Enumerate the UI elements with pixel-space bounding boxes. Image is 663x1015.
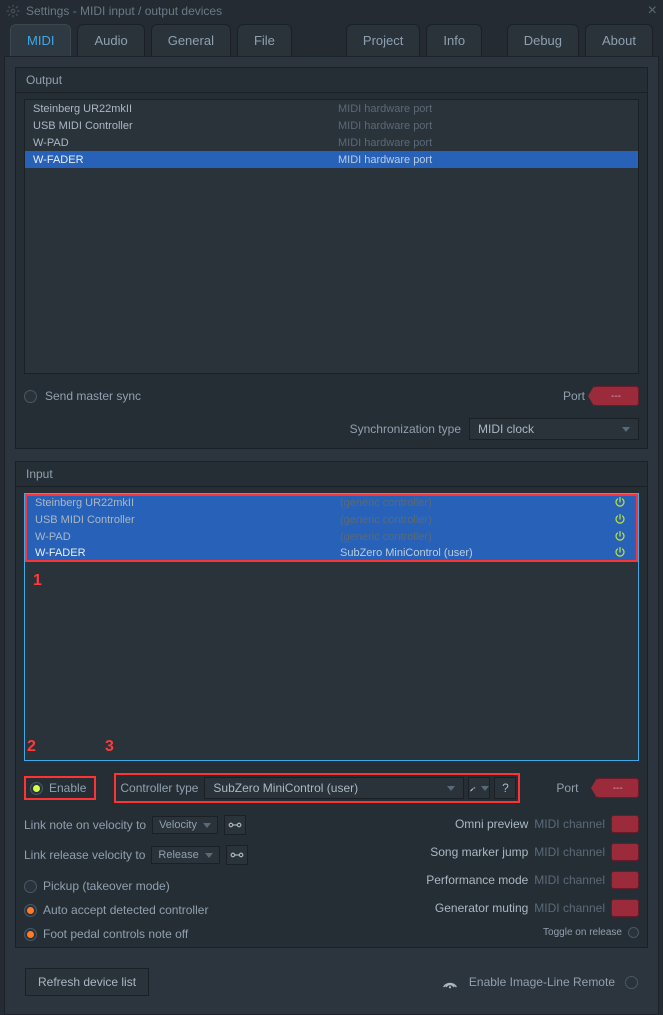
auto-accept-label: Auto accept detected controller (43, 903, 208, 917)
input-panel-title: Input (16, 462, 647, 487)
foot-pedal-toggle[interactable] (24, 928, 37, 941)
tab-midi[interactable]: MIDI (10, 24, 71, 56)
link-icon (228, 820, 242, 830)
input-port-label: Port (556, 781, 578, 795)
input-port-value[interactable]: --- (596, 778, 639, 798)
controller-help-button[interactable]: ? (494, 777, 516, 799)
input-device-row-selected[interactable]: W-FADER SubZero MiniControl (user) (25, 545, 638, 562)
link-note-on-label: Link note on velocity to (24, 818, 146, 832)
annotation-1: 1 (33, 572, 42, 590)
power-icon[interactable] (614, 496, 628, 510)
sync-type-label: Synchronization type (350, 422, 461, 436)
generator-muting-channel[interactable] (611, 899, 639, 917)
output-device-row[interactable]: Steinberg UR22mkII MIDI hardware port (25, 100, 638, 117)
title-bar: Settings - MIDI input / output devices × (0, 0, 663, 22)
gear-icon (6, 4, 20, 18)
controller-settings-button[interactable] (468, 777, 490, 799)
send-master-sync-toggle[interactable] (24, 390, 37, 403)
wrench-icon (469, 782, 478, 795)
chevron-down-icon (447, 786, 455, 791)
enable-toggle-group[interactable]: Enable (24, 776, 96, 800)
output-port-value[interactable]: --- (593, 386, 639, 406)
foot-pedal-label: Foot pedal controls note off (43, 927, 188, 941)
song-marker-label: Song marker jump (430, 845, 528, 859)
auto-accept-toggle[interactable] (24, 904, 37, 917)
link-release-assign-button[interactable] (226, 845, 248, 865)
toggle-on-release-label: Toggle on release (543, 927, 622, 938)
link-note-on-assign-button[interactable] (224, 815, 246, 835)
power-icon[interactable] (614, 546, 628, 560)
link-note-on-dropdown[interactable]: Velocity (152, 816, 218, 834)
output-device-row-selected[interactable]: W-FADER MIDI hardware port (25, 151, 638, 168)
tab-project[interactable]: Project (346, 24, 420, 56)
chevron-down-icon (481, 786, 489, 791)
input-panel: Input Steinberg UR22mkII (generic contro… (15, 461, 648, 948)
enable-remote-label: Enable Image-Line Remote (469, 975, 615, 989)
annotation-2: 2 (27, 738, 36, 756)
song-marker-channel[interactable] (611, 843, 639, 861)
link-release-dropdown[interactable]: Release (151, 846, 219, 864)
input-device-row[interactable]: W-PAD (generic controller) (25, 528, 638, 545)
toggle-on-release-toggle[interactable] (628, 927, 639, 938)
remote-icon (441, 973, 459, 991)
power-icon[interactable] (614, 513, 628, 527)
refresh-device-list-button[interactable]: Refresh device list (25, 968, 149, 996)
annotation-3: 3 (105, 738, 114, 756)
output-device-list[interactable]: Steinberg UR22mkII MIDI hardware port US… (24, 99, 639, 374)
controller-type-label: Controller type (118, 781, 200, 795)
footer-bar: Refresh device list Enable Image-Line Re… (15, 960, 648, 1004)
tab-debug[interactable]: Debug (507, 24, 579, 56)
link-icon (230, 850, 244, 860)
pickup-mode-toggle[interactable] (24, 880, 37, 893)
close-icon[interactable]: × (648, 2, 657, 20)
tab-about[interactable]: About (585, 24, 653, 56)
input-device-row[interactable]: Steinberg UR22mkII (generic controller) (25, 494, 638, 511)
tab-audio[interactable]: Audio (77, 24, 144, 56)
sync-type-dropdown[interactable]: MIDI clock (469, 418, 639, 440)
output-port-label: Port (563, 389, 585, 403)
generator-muting-label: Generator muting (435, 901, 528, 915)
content-area: Output Steinberg UR22mkII MIDI hardware … (4, 56, 659, 1015)
tab-file[interactable]: File (237, 24, 292, 56)
chevron-down-icon (203, 823, 211, 828)
tab-info[interactable]: Info (426, 24, 482, 56)
omni-preview-channel[interactable] (611, 815, 639, 833)
performance-mode-label: Performance mode (426, 873, 528, 887)
output-panel-title: Output (16, 68, 647, 93)
omni-preview-label: Omni preview (455, 817, 528, 831)
input-device-row[interactable]: USB MIDI Controller (generic controller) (25, 511, 638, 528)
link-release-label: Link release velocity to (24, 848, 145, 862)
enable-toggle[interactable] (30, 782, 43, 795)
pickup-mode-label: Pickup (takeover mode) (43, 879, 170, 893)
enable-remote-toggle[interactable] (625, 976, 638, 989)
chevron-down-icon (622, 427, 630, 432)
output-device-row[interactable]: W-PAD MIDI hardware port (25, 134, 638, 151)
power-icon[interactable] (614, 530, 628, 544)
output-panel: Output Steinberg UR22mkII MIDI hardware … (15, 67, 648, 449)
controller-type-dropdown[interactable]: SubZero MiniControl (user) (204, 777, 464, 799)
output-device-row[interactable]: USB MIDI Controller MIDI hardware port (25, 117, 638, 134)
tab-bar: MIDI Audio General File Project Info Deb… (0, 22, 663, 56)
performance-channel[interactable] (611, 871, 639, 889)
send-master-sync-label: Send master sync (45, 389, 141, 403)
tab-general[interactable]: General (151, 24, 231, 56)
input-device-list[interactable]: Steinberg UR22mkII (generic controller) … (24, 493, 639, 761)
window-title: Settings - MIDI input / output devices (26, 4, 648, 18)
chevron-down-icon (205, 853, 213, 858)
